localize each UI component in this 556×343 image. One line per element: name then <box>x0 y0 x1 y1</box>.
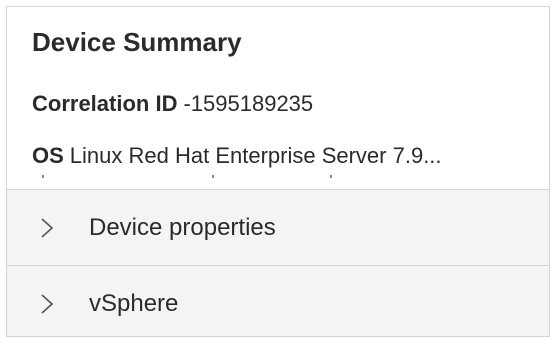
section-device-properties[interactable]: Device properties <box>7 189 549 265</box>
os-row: OS Linux Red Hat Enterprise Server 7.9... <box>32 143 542 169</box>
correlation-id-row: Correlation ID -1595189235 <box>32 91 313 117</box>
clipped-text-row <box>32 175 352 181</box>
os-value: Linux Red Hat Enterprise Server 7.9... <box>69 143 442 168</box>
summary-header: Device Summary Correlation ID -1595189235… <box>7 7 549 189</box>
os-label: OS <box>32 143 64 168</box>
correlation-id-value: -1595189235 <box>183 91 314 116</box>
device-summary-panel: Device Summary Correlation ID -1595189235… <box>6 6 550 337</box>
section-vsphere-label: vSphere <box>89 290 179 317</box>
section-device-properties-label: Device properties <box>89 214 276 241</box>
page-title: Device Summary <box>32 27 242 57</box>
correlation-id-label: Correlation ID <box>32 91 178 116</box>
section-vsphere[interactable]: vSphere <box>7 265 549 336</box>
chevron-right-icon <box>41 218 54 238</box>
chevron-right-icon <box>41 294 54 314</box>
